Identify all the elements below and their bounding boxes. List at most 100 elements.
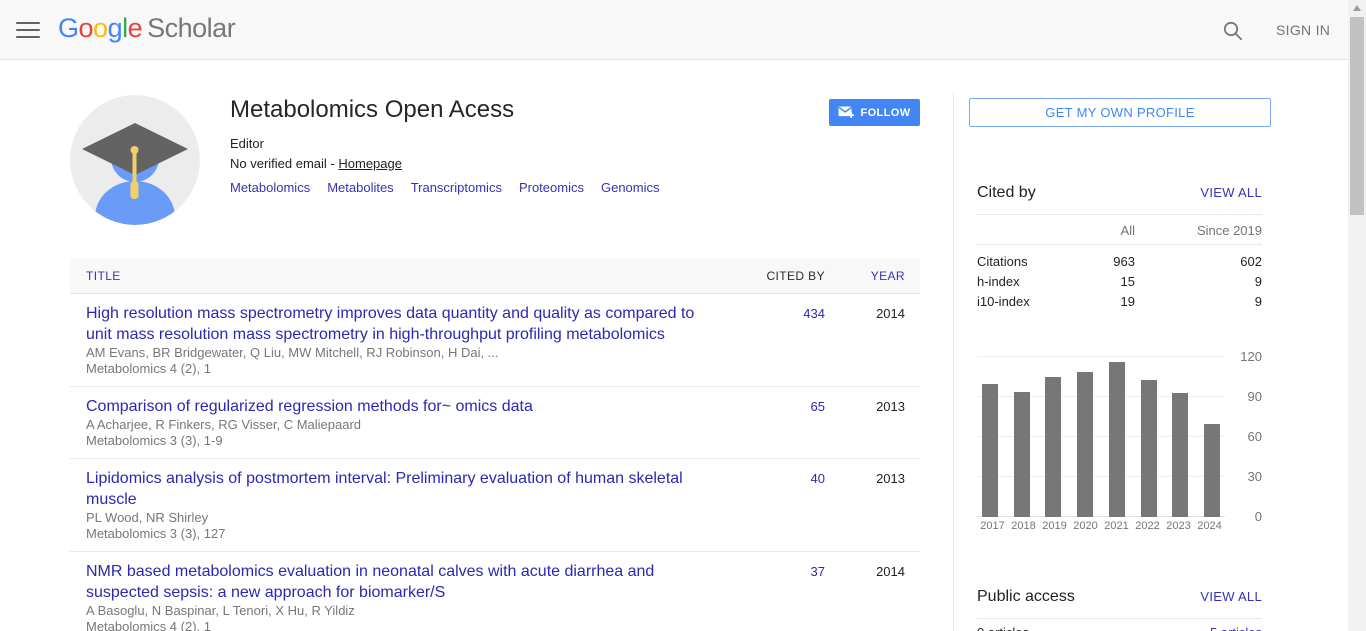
interest-link[interactable]: Metabolomics — [230, 180, 310, 195]
chart-x-tick-label: 2024 — [1194, 520, 1225, 532]
cited-by-header[interactable]: CITED BY — [730, 269, 825, 283]
publication-venue: Metabolomics 4 (2), 1 — [86, 619, 722, 631]
stat-value-all: 15 — [1055, 272, 1135, 292]
vertical-divider — [953, 93, 954, 631]
publication-row: High resolution mass spectrometry improv… — [70, 294, 920, 387]
sort-by-year-header[interactable]: YEAR — [825, 269, 905, 283]
chart-bar-2022[interactable] — [1141, 380, 1157, 517]
get-my-own-profile-button[interactable]: GET MY OWN PROFILE — [969, 98, 1271, 127]
search-icon[interactable] — [1222, 20, 1244, 42]
publication-cited-count-link[interactable]: 40 — [730, 468, 825, 486]
follow-button[interactable]: FOLLOW — [829, 99, 920, 126]
publication-title-link[interactable]: NMR based metabolomics evaluation in neo… — [86, 561, 722, 603]
publication-row: Lipidomics analysis of postmortem interv… — [70, 459, 920, 552]
scrollbar-up-arrow-icon[interactable] — [1353, 5, 1361, 11]
chart-bar-2020[interactable] — [1077, 372, 1093, 517]
interest-link[interactable]: Proteomics — [519, 180, 584, 195]
publication-cited-count-link[interactable]: 65 — [730, 396, 825, 414]
chart-bar-2024[interactable] — [1204, 424, 1220, 517]
sign-in-button[interactable]: SIGN IN — [1276, 22, 1330, 38]
google-logo-letter: o — [79, 13, 94, 43]
stat-value-all: 19 — [1055, 292, 1135, 312]
profile-email-line: No verified email - Homepage — [230, 156, 402, 171]
google-logo-letter: G — [58, 13, 79, 43]
top-app-bar: GoogleScholar SIGN IN — [0, 0, 1348, 60]
public-access-available-count[interactable]: 5 articles — [1210, 625, 1262, 631]
public-access-partial-row: 0 articles 5 articles — [977, 618, 1262, 631]
chart-y-tick-label: 30 — [1248, 469, 1262, 484]
publications-body: High resolution mass spectrometry improv… — [70, 294, 920, 631]
google-logo-letter: g — [108, 13, 123, 43]
profile-role: Editor — [230, 136, 264, 151]
stat-value-since: 9 — [1135, 292, 1262, 312]
avatar[interactable] — [70, 95, 200, 225]
chart-bar-2017[interactable] — [982, 384, 998, 517]
hamburger-menu-icon[interactable] — [16, 20, 40, 40]
scholar-logo-label: Scholar — [147, 13, 235, 43]
chart-x-axis-labels: 20172018201920202021202220232024 — [977, 520, 1225, 532]
public-access-view-all-link[interactable]: VIEW ALL — [1200, 589, 1262, 604]
google-scholar-logo[interactable]: GoogleScholar — [58, 13, 235, 44]
public-access-title: Public access — [977, 588, 1075, 606]
chart-x-tick-label: 2019 — [1039, 520, 1070, 532]
follow-envelope-icon — [838, 106, 854, 119]
interest-link[interactable]: Genomics — [601, 180, 660, 195]
publication-row: Comparison of regularized regression met… — [70, 387, 920, 459]
publication-venue: Metabolomics 4 (2), 1 — [86, 361, 722, 377]
public-access-unavailable-count: 0 articles — [977, 625, 1029, 631]
public-access-section: Public access VIEW ALL 0 articles 5 arti… — [977, 588, 1262, 631]
chart-bar-2021[interactable] — [1109, 362, 1125, 517]
col-since-label: Since 2019 — [1135, 223, 1262, 238]
cited-by-column-headers: All Since 2019 — [977, 214, 1262, 244]
publication-authors: A Acharjee, R Finkers, RG Visser, C Mali… — [86, 417, 722, 433]
chart-x-tick-label: 2023 — [1163, 520, 1194, 532]
publication-year: 2014 — [825, 303, 905, 321]
chart-bar-2023[interactable] — [1172, 393, 1188, 517]
stat-label: Citations — [977, 252, 1055, 272]
chart-y-tick-label: 0 — [1255, 509, 1262, 524]
cited-by-stat-row: i10-index199 — [977, 292, 1262, 312]
chart-y-tick-label: 60 — [1248, 429, 1262, 444]
chart-y-axis-labels: 0306090120 — [1232, 357, 1262, 517]
cited-by-stats-rows: Citations963602h-index159i10-index199 — [977, 244, 1262, 312]
interests: Metabolomics Metabolites Transcriptomics Pr… — [230, 180, 677, 195]
publication-title-link[interactable]: Lipidomics analysis of postmortem interv… — [86, 468, 722, 510]
chart-x-tick-label: 2021 — [1101, 520, 1132, 532]
scholar-profile-page: GoogleScholar SIGN IN Metabolomics Open … — [0, 0, 1366, 631]
publication-title-link[interactable]: High resolution mass spectrometry improv… — [86, 303, 722, 345]
publication-venue: Metabolomics 3 (3), 1-9 — [86, 433, 722, 449]
chart-x-tick-label: 2018 — [1008, 520, 1039, 532]
scrollbar-thumb[interactable] — [1350, 17, 1364, 215]
cited-by-section: Cited by VIEW ALL All Since 2019 Citatio… — [977, 184, 1262, 312]
publication-main: Comparison of regularized regression met… — [86, 396, 730, 449]
publication-main: Lipidomics analysis of postmortem interv… — [86, 468, 730, 542]
profile-name: Metabolomics Open Acess — [230, 96, 514, 124]
cited-by-view-all-link[interactable]: VIEW ALL — [1200, 185, 1262, 200]
homepage-link[interactable]: Homepage — [338, 156, 402, 171]
verified-email-text: No verified email - — [230, 156, 338, 171]
chart-bar-2019[interactable] — [1045, 377, 1061, 517]
chart-x-tick-label: 2017 — [977, 520, 1008, 532]
interest-link[interactable]: Transcriptomics — [411, 180, 502, 195]
chart-bar-2018[interactable] — [1014, 392, 1030, 517]
publication-authors: AM Evans, BR Bridgewater, Q Liu, MW Mitc… — [86, 345, 722, 361]
google-logo-letter: o — [93, 13, 108, 43]
publication-cited-count-link[interactable]: 37 — [730, 561, 825, 579]
citations-bar-chart — [977, 357, 1225, 517]
publication-cited-count-link[interactable]: 434 — [730, 303, 825, 321]
chart-y-tick-label: 90 — [1248, 389, 1262, 404]
google-logo-letter: e — [128, 13, 143, 43]
publications-table: TITLE CITED BY YEAR High resolution mass… — [70, 258, 920, 631]
publications-table-header: TITLE CITED BY YEAR — [70, 258, 920, 294]
col-all-label: All — [977, 223, 1135, 238]
publication-title-link[interactable]: Comparison of regularized regression met… — [86, 396, 722, 417]
follow-button-label: FOLLOW — [860, 107, 910, 119]
stat-value-all: 963 — [1055, 252, 1135, 272]
page-scrollbar[interactable] — [1348, 0, 1366, 631]
sort-by-title-header[interactable]: TITLE — [86, 269, 730, 283]
publication-year: 2014 — [825, 561, 905, 579]
stat-value-since: 602 — [1135, 252, 1262, 272]
chart-x-tick-label: 2022 — [1132, 520, 1163, 532]
interest-link[interactable]: Metabolites — [327, 180, 393, 195]
chart-x-tick-label: 2020 — [1070, 520, 1101, 532]
